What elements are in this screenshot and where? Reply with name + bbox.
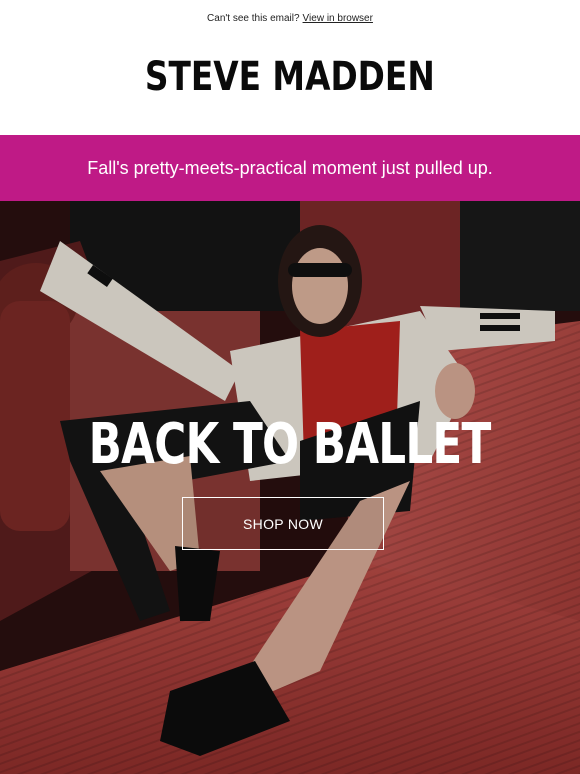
shop-now-button[interactable]: SHOP NOW [182,497,384,550]
promo-banner[interactable]: Fall's pretty-meets-practical moment jus… [0,135,580,201]
preheader-text: Can't see this email? [207,12,300,24]
promo-text: Fall's pretty-meets-practical moment jus… [87,157,493,178]
view-in-browser-link[interactable]: View in browser [303,13,373,24]
hero-banner[interactable]: BACK TO BALLET SHOP NOW [0,201,580,774]
hero-image [0,201,580,774]
preheader: Can't see this email? View in browser [0,0,580,36]
hero-headline: BACK TO BALLET [89,412,492,477]
brand-logo[interactable]: STEVE MADDEN [0,52,580,102]
logo-text: STEVE MADDEN [145,54,435,100]
